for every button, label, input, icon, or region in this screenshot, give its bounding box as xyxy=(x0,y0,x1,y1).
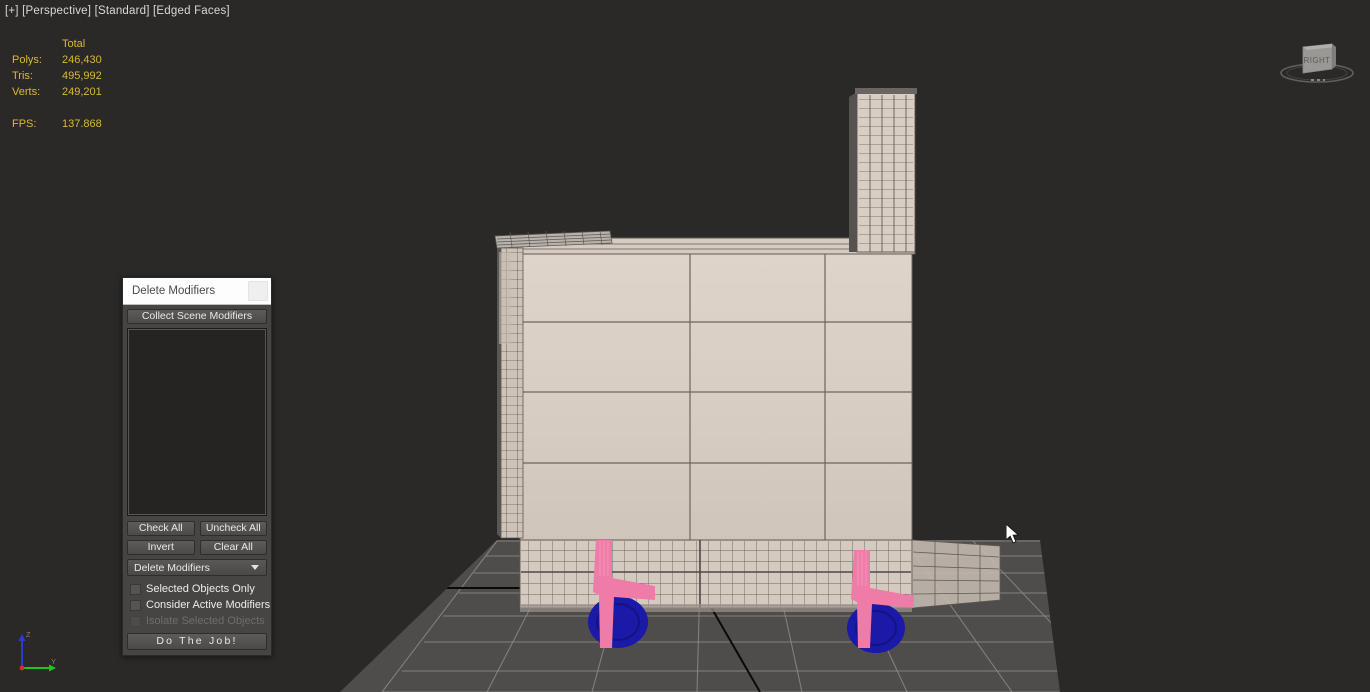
axis-origin-point xyxy=(19,665,25,671)
checkbox-box xyxy=(130,615,141,627)
clear-all-button[interactable]: Clear All xyxy=(199,540,267,555)
stats-row-verts: Verts: 249,201 xyxy=(12,84,102,100)
stats-value-fps: 137.868 xyxy=(62,118,102,130)
check-all-button[interactable]: Check All xyxy=(127,521,195,536)
selection-buttons-row-2: Invert Clear All xyxy=(127,540,267,555)
checkbox-label: Consider Active Modifiers xyxy=(146,599,271,611)
stats-label-fps: FPS: xyxy=(12,118,37,130)
checkbox-box[interactable] xyxy=(130,599,141,611)
stats-value-verts: 249,201 xyxy=(62,86,102,98)
stats-value-polys: 246,430 xyxy=(62,54,102,66)
checkbox-consider-active-modifiers[interactable]: Consider Active Modifiers xyxy=(130,597,271,613)
svg-text:Z: Z xyxy=(26,630,31,639)
svg-text:Y: Y xyxy=(51,657,56,666)
uncheck-all-button[interactable]: Uncheck All xyxy=(199,521,267,536)
axis-y-arrow: Y xyxy=(22,657,56,672)
stats-label-verts: Verts: xyxy=(12,86,41,98)
stats-spacer xyxy=(12,36,58,52)
arrow-cursor xyxy=(1005,522,1022,551)
checkbox-selected-objects-only[interactable]: Selected Objects Only xyxy=(130,581,267,597)
stats-row-fps: FPS: 137.868 xyxy=(12,116,102,132)
delete-modifiers-dialog[interactable]: Delete Modifiers Collect Scene Modifiers… xyxy=(122,277,272,656)
statistics-overlay: Total Polys: 246,430 Tris: 495,992 Verts… xyxy=(12,36,102,132)
checkbox-label: Selected Objects Only xyxy=(146,583,255,595)
modifier-list[interactable] xyxy=(127,328,267,516)
building-model xyxy=(494,88,1001,612)
window-menu-icon[interactable] xyxy=(248,281,268,301)
do-the-job-button[interactable]: Do The Job! xyxy=(127,633,267,650)
dialog-titlebar[interactable]: Delete Modifiers xyxy=(123,278,271,305)
chevron-down-icon xyxy=(251,565,259,570)
stats-label-polys: Polys: xyxy=(12,54,42,66)
stats-label-tris: Tris: xyxy=(12,70,33,82)
view-cube-body: RIGHT xyxy=(1302,43,1336,74)
view-cube-icon[interactable]: RIGHT xyxy=(1272,32,1362,93)
dialog-body: Collect Scene Modifiers Check All Unchec… xyxy=(123,305,271,655)
checkbox-label: Isolate Selected Objects xyxy=(146,615,265,627)
operation-dropdown-value: Delete Modifiers xyxy=(134,561,210,574)
selection-buttons-row-1: Check All Uncheck All xyxy=(127,521,267,536)
operation-dropdown[interactable]: Delete Modifiers xyxy=(127,559,267,576)
axis-z-arrow: Z xyxy=(18,630,31,668)
stats-row-polys: Polys: 246,430 xyxy=(12,52,102,68)
collect-scene-modifiers-button[interactable]: Collect Scene Modifiers xyxy=(127,309,267,324)
checkbox-isolate-selected-objects: Isolate Selected Objects xyxy=(130,613,267,629)
dialog-title: Delete Modifiers xyxy=(132,285,216,297)
stats-header: Total xyxy=(62,38,86,50)
checkbox-box[interactable] xyxy=(130,583,141,595)
axis-tripod: Z Y xyxy=(14,628,62,681)
view-cube-face-label: RIGHT xyxy=(1304,56,1331,65)
stats-row-tris: Tris: 495,992 xyxy=(12,68,102,84)
stats-value-tris: 495,992 xyxy=(62,70,102,82)
invert-button[interactable]: Invert xyxy=(127,540,195,555)
viewport-label[interactable]: [+] [Perspective] [Standard] [Edged Face… xyxy=(5,5,230,17)
